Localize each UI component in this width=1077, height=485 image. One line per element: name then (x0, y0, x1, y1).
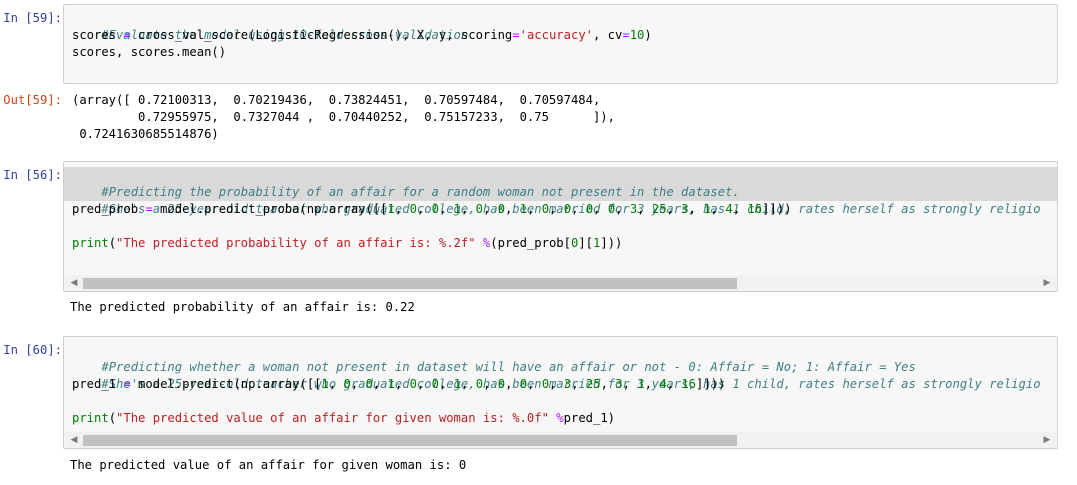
output-line: 0.7241630685514876) (72, 127, 219, 141)
code-line: pred_1 = model.predict(np.array([[1, 0, … (72, 377, 726, 391)
code-cell-56[interactable]: #Predicting the probability of an affair… (63, 161, 1058, 292)
output-line: 0.72955975, 0.7327044 , 0.70440252, 0.75… (72, 110, 615, 124)
code-line: scores = cross_val_score(LogisticRegress… (72, 28, 652, 42)
code-line: #Predicting the probability of an affair… (72, 167, 739, 199)
output-line: The predicted probability of an affair i… (70, 300, 415, 314)
scroll-right-icon[interactable]: ▶ (1040, 432, 1054, 448)
output-line: The predicted value of an affair for giv… (70, 458, 467, 472)
horizontal-scrollbar[interactable]: ◀ ▶ (65, 275, 1056, 291)
code-line: scores, scores.mean() (72, 45, 227, 59)
code-line: #She's a 25-year-old teacher who graduat… (72, 359, 1040, 391)
scroll-left-icon[interactable]: ◀ (67, 275, 81, 291)
output-line: (array([ 0.72100313, 0.70219436, 0.73824… (72, 93, 601, 107)
input-prompt-56: In [56]: (3, 168, 62, 182)
scrollbar-thumb[interactable] (83, 435, 737, 446)
horizontal-scrollbar[interactable]: ◀ ▶ (65, 432, 1056, 448)
code-line: print("The predicted probability of an a… (72, 236, 623, 250)
code-line: print("The predicted value of an affair … (72, 411, 616, 425)
scroll-right-icon[interactable]: ▶ (1040, 275, 1054, 291)
input-prompt-60: In [60]: (3, 343, 62, 357)
code-cell-60[interactable]: #Predicting whether a woman not present … (63, 336, 1058, 449)
code-line: #Predicting whether a woman not present … (72, 342, 915, 374)
output-prompt-59: Out[59]: (3, 93, 62, 107)
input-prompt-59: In [59]: (3, 11, 62, 25)
code-line: #She's a 25-year-old teacher who graduat… (72, 184, 1040, 216)
scrollbar-thumb[interactable] (83, 278, 737, 289)
code-cell-59[interactable]: #Evaluate the model using 10-fold cross-… (63, 4, 1058, 84)
scroll-left-icon[interactable]: ◀ (67, 432, 81, 448)
code-line: #Evaluate the model using 10-fold cross-… (72, 10, 468, 42)
code-line: pred_prob = model.predict_proba(np.array… (72, 202, 792, 216)
